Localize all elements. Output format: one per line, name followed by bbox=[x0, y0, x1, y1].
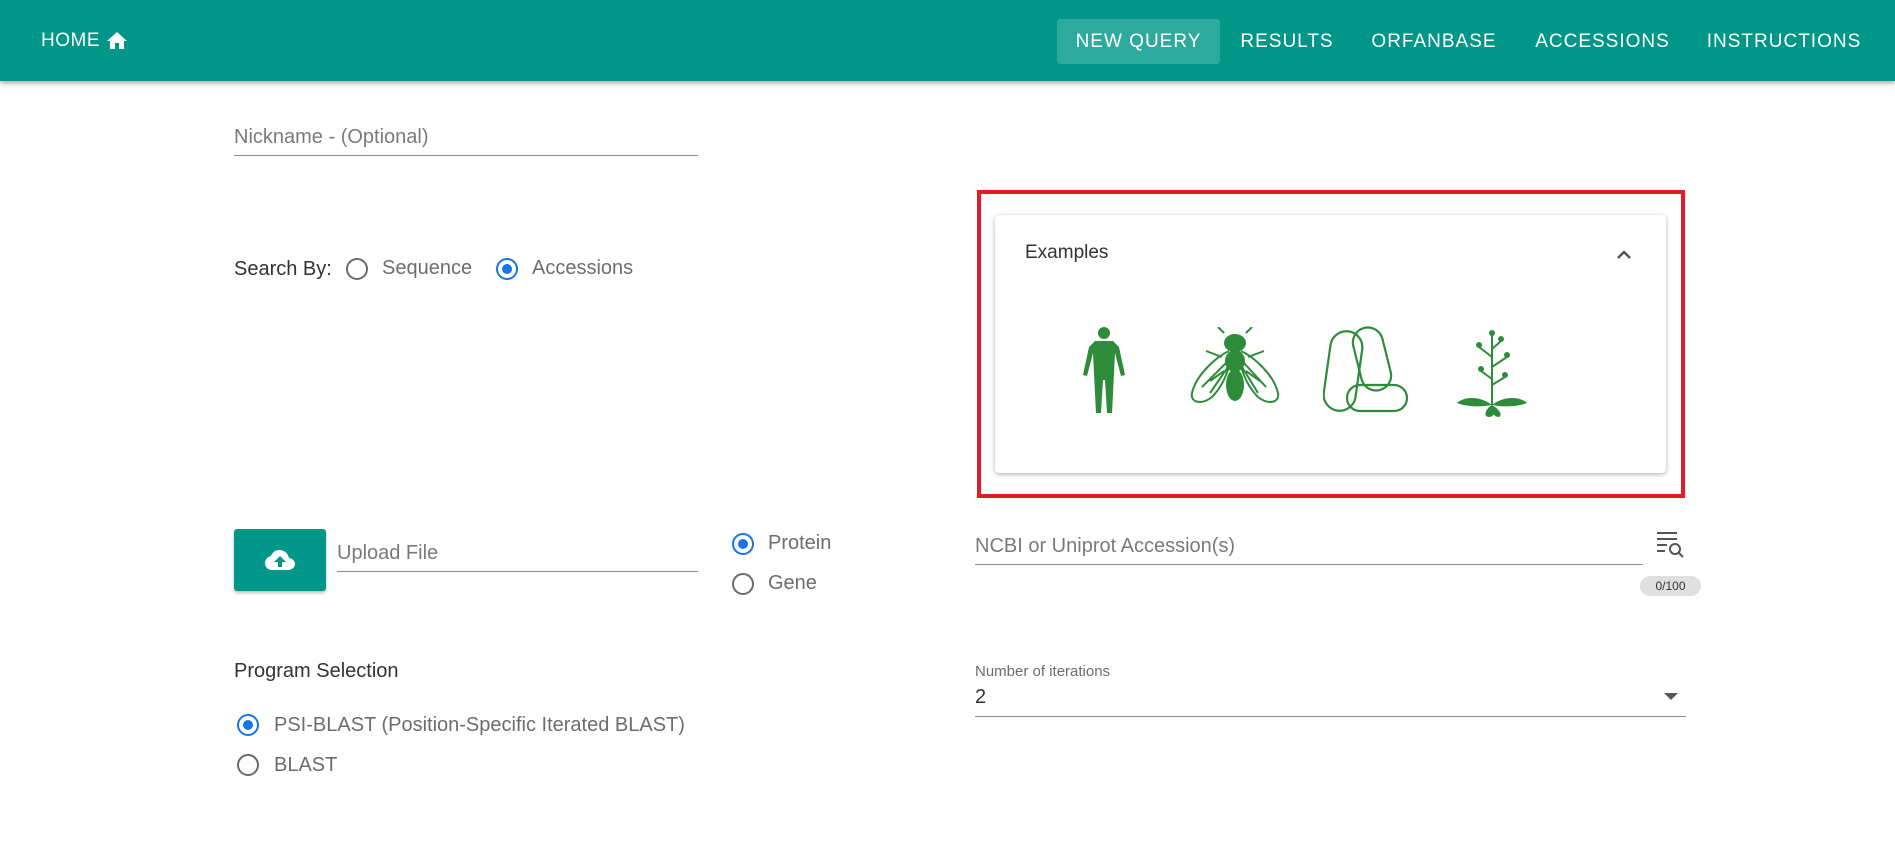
iterations-label: Number of iterations bbox=[975, 663, 1111, 680]
home-icon bbox=[107, 32, 127, 49]
program-selection-label: Program Selection bbox=[234, 660, 399, 682]
examples-panel: Examples bbox=[995, 215, 1666, 473]
chevron-up-icon[interactable] bbox=[1612, 244, 1636, 264]
accession-input[interactable] bbox=[975, 528, 1643, 565]
nickname-input[interactable] bbox=[234, 120, 698, 156]
upload-button[interactable] bbox=[234, 529, 326, 591]
psi-blast-radio[interactable] bbox=[237, 714, 259, 736]
examples-title: Examples bbox=[1025, 242, 1109, 263]
arabidopsis-icon[interactable] bbox=[1455, 327, 1529, 417]
home-link[interactable]: HOME bbox=[41, 27, 130, 55]
protein-radio-label[interactable]: Protein bbox=[768, 532, 831, 555]
human-icon[interactable] bbox=[1077, 325, 1131, 415]
search-by-label: Search By: bbox=[234, 258, 332, 280]
nav-orfanbase[interactable]: ORFANBASE bbox=[1364, 19, 1504, 64]
accessions-radio[interactable] bbox=[496, 258, 518, 280]
search-list-icon[interactable] bbox=[1655, 528, 1685, 558]
psi-blast-radio-label[interactable]: PSI-BLAST (Position-Specific Iterated BL… bbox=[274, 714, 685, 737]
gene-radio[interactable] bbox=[732, 573, 754, 595]
nav-new-query[interactable]: NEW QUERY bbox=[1057, 19, 1220, 64]
accessions-radio-label[interactable]: Accessions bbox=[532, 257, 633, 280]
sequence-radio-label[interactable]: Sequence bbox=[382, 257, 472, 280]
iterations-select[interactable]: 2 bbox=[975, 686, 1655, 714]
fly-icon[interactable] bbox=[1188, 327, 1282, 409]
home-label: HOME bbox=[41, 30, 100, 51]
top-app-bar: HOME NEW QUERY RESULTS ORFANBASE ACCESSI… bbox=[0, 0, 1895, 81]
sequence-radio[interactable] bbox=[346, 258, 368, 280]
dropdown-arrow-icon[interactable] bbox=[1664, 692, 1678, 702]
blast-radio[interactable] bbox=[237, 754, 259, 776]
blast-radio-label[interactable]: BLAST bbox=[274, 754, 337, 777]
nav-instructions[interactable]: INSTRUCTIONS bbox=[1700, 19, 1868, 64]
gene-radio-label[interactable]: Gene bbox=[768, 572, 817, 595]
nav-results[interactable]: RESULTS bbox=[1232, 19, 1342, 64]
accession-counter: 0/100 bbox=[1640, 576, 1701, 596]
upload-file-input[interactable] bbox=[337, 535, 698, 572]
bacteria-icon[interactable] bbox=[1323, 325, 1413, 415]
nav-accessions[interactable]: ACCESSIONS bbox=[1530, 19, 1675, 64]
protein-radio[interactable] bbox=[732, 533, 754, 555]
iterations-underline bbox=[975, 716, 1686, 717]
cloud-upload-icon bbox=[265, 550, 295, 570]
